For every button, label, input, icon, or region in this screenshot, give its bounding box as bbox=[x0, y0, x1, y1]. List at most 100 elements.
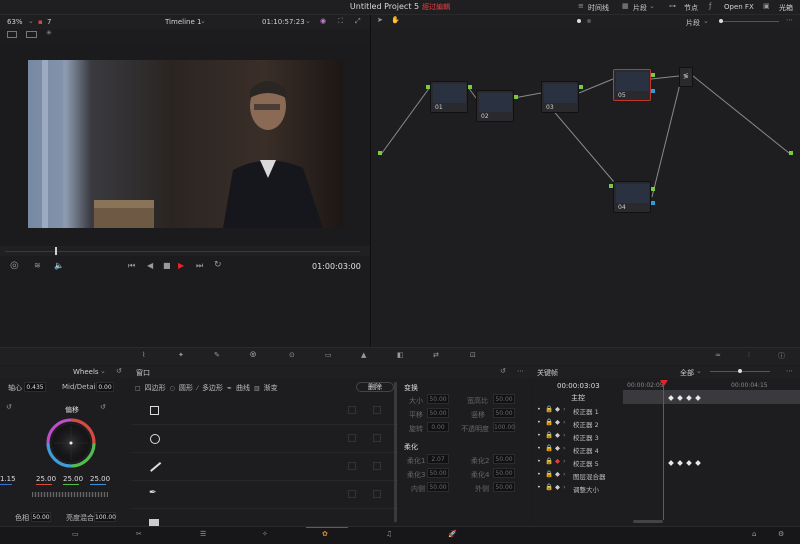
color-icon[interactable]: ◉ bbox=[320, 17, 326, 25]
node-01[interactable]: 01 bbox=[430, 81, 468, 113]
layer-mixer-node[interactable]: ≶ bbox=[679, 67, 693, 87]
reset-icon[interactable]: ↺ bbox=[100, 403, 106, 411]
color-page-icon[interactable]: ✿ bbox=[322, 530, 328, 538]
opacity-value[interactable]: 100.00 bbox=[493, 422, 515, 432]
go-first-icon[interactable]: ⏮ bbox=[128, 261, 135, 271]
loop-icon[interactable]: ↻ bbox=[214, 260, 222, 270]
window-toggle[interactable] bbox=[373, 406, 381, 414]
node-output-pin[interactable] bbox=[514, 95, 518, 99]
keyframe-diamond-icon[interactable]: ◆ bbox=[555, 470, 560, 478]
node-key-pin[interactable] bbox=[651, 201, 655, 205]
size-value[interactable]: 50.00 bbox=[427, 394, 449, 404]
tab-nodes[interactable]: 节点 bbox=[684, 3, 698, 13]
keyframe-row[interactable]: • 🔒 ◆ › 校正器 3 bbox=[533, 431, 800, 444]
node-05[interactable]: 05 bbox=[613, 69, 651, 101]
curves-icon[interactable]: ⌇ bbox=[142, 351, 145, 359]
play-icon[interactable]: ▶ bbox=[178, 261, 184, 270]
node-key-pin[interactable] bbox=[651, 89, 655, 93]
outside-value[interactable]: 50.00 bbox=[493, 482, 515, 492]
tool-circle[interactable]: 圆形 bbox=[179, 383, 193, 393]
chevron-down-icon[interactable]: ⌄ bbox=[703, 17, 709, 25]
node-input-pin[interactable] bbox=[609, 184, 613, 188]
window-row-circle[interactable] bbox=[131, 425, 398, 453]
keyframe-diamond-icon[interactable]: ◆ bbox=[555, 483, 560, 491]
chevron-down-icon[interactable]: ⌄ bbox=[696, 367, 702, 375]
soft4-value[interactable]: 50.00 bbox=[493, 468, 515, 478]
node-output-pin[interactable] bbox=[468, 85, 472, 89]
more-icon[interactable]: ⋯ bbox=[786, 367, 793, 375]
timeline-name[interactable]: Timeline 1 bbox=[165, 18, 201, 26]
window-row-gradient[interactable] bbox=[131, 509, 398, 526]
master-track[interactable] bbox=[623, 391, 800, 404]
lock-icon[interactable]: 🔒 bbox=[545, 444, 553, 452]
node-output-pin[interactable] bbox=[579, 85, 583, 89]
window-scrollbar[interactable] bbox=[394, 382, 397, 522]
info-icon[interactable]: ⓘ bbox=[778, 351, 785, 361]
chevron-down-icon[interactable]: ⌄ bbox=[305, 17, 311, 25]
invert-toggle[interactable] bbox=[348, 462, 356, 470]
tilt-value[interactable]: 50.00 bbox=[493, 408, 515, 418]
image-wipe-icon[interactable] bbox=[7, 31, 17, 38]
3d-icon[interactable]: ⊡ bbox=[470, 351, 476, 359]
offset-color-wheel[interactable] bbox=[46, 418, 96, 468]
lum-mix-value[interactable]: 100.00 bbox=[94, 512, 116, 522]
blur-icon[interactable]: ▲ bbox=[361, 351, 366, 359]
master-wheel[interactable] bbox=[32, 492, 108, 497]
keyframe-row[interactable]: • 🔒 ◆ › 校正器 1 bbox=[533, 405, 800, 418]
chevron-right-icon[interactable]: › bbox=[563, 405, 566, 413]
node-02[interactable]: 02 bbox=[476, 90, 514, 122]
soft2-value[interactable]: 50.00 bbox=[493, 454, 515, 464]
color-warper-icon[interactable]: ✦ bbox=[178, 351, 184, 359]
more-icon[interactable]: ⋯ bbox=[517, 367, 524, 375]
waveform-icon[interactable]: ⫶ bbox=[748, 351, 750, 360]
cut-page-icon[interactable]: ✂ bbox=[136, 530, 142, 538]
fairlight-page-icon[interactable]: ♫ bbox=[386, 530, 392, 538]
keyframe-diamond-icon[interactable]: ◆ bbox=[555, 457, 560, 465]
playhead-marker-icon[interactable] bbox=[660, 380, 668, 386]
keyframe-row[interactable]: • 🔒 ◆ › 校正器 4 bbox=[533, 444, 800, 457]
mode-value[interactable]: 0.00 bbox=[96, 382, 114, 392]
target-icon[interactable]: ◎ bbox=[10, 260, 19, 271]
magic-mask-icon[interactable]: ▭ bbox=[325, 351, 332, 359]
chevron-right-icon[interactable]: › bbox=[563, 444, 566, 452]
tracker-icon[interactable]: ⊙ bbox=[289, 351, 295, 359]
window-toggle[interactable] bbox=[373, 462, 381, 470]
inside-value[interactable]: 50.00 bbox=[427, 482, 449, 492]
keyframe-scrollbar[interactable] bbox=[633, 520, 663, 523]
keyframe-row[interactable]: • 🔒 ◆ › 图层混合器 bbox=[533, 470, 800, 483]
tab-openfx[interactable]: Open FX bbox=[724, 3, 754, 11]
expand-icon[interactable]: ⤢ bbox=[355, 17, 361, 26]
tool-polygon[interactable]: 多边形 bbox=[202, 383, 223, 393]
scopes-icon[interactable]: ≈ bbox=[715, 351, 721, 359]
sizing-icon[interactable]: ⇄ bbox=[433, 351, 439, 359]
node-mode[interactable]: 片段 bbox=[686, 18, 700, 28]
scrub-bar[interactable] bbox=[0, 246, 370, 256]
fullscreen-icon[interactable]: ⛶ bbox=[338, 17, 343, 26]
tool-quad[interactable]: 四边形 bbox=[145, 383, 166, 393]
hand-icon[interactable]: ✋ bbox=[391, 16, 400, 24]
window-row-square[interactable] bbox=[131, 397, 398, 425]
media-page-icon[interactable]: ▭ bbox=[72, 530, 79, 538]
delete-button[interactable]: 删除 bbox=[356, 382, 394, 392]
qualifier-icon[interactable]: ✎ bbox=[214, 351, 220, 359]
edit-page-icon[interactable]: ☰ bbox=[200, 530, 206, 538]
keyframe-diamond-icon[interactable]: ◆ bbox=[555, 431, 560, 439]
stop-icon[interactable]: ■ bbox=[163, 261, 171, 270]
keyframe-row[interactable]: • 🔒 ◆ › 调整大小 bbox=[533, 483, 800, 496]
home-icon[interactable]: ⌂ bbox=[752, 530, 756, 538]
tool-gradient[interactable]: 渐变 bbox=[264, 383, 278, 393]
go-last-icon[interactable]: ⏭ bbox=[196, 261, 203, 271]
window-row-linear[interactable] bbox=[131, 453, 398, 481]
invert-toggle[interactable] bbox=[348, 406, 356, 414]
soft1-value[interactable]: 2.07 bbox=[427, 454, 449, 464]
chevron-down-icon[interactable]: ⌄ bbox=[100, 367, 106, 375]
lock-icon[interactable]: 🔒 bbox=[545, 418, 553, 426]
reset-icon[interactable]: ↺ bbox=[6, 403, 12, 411]
keyframe-playhead[interactable] bbox=[663, 384, 664, 520]
keyframe-diamond-icon[interactable]: ◆ bbox=[555, 444, 560, 452]
input-pin[interactable] bbox=[378, 151, 382, 155]
window-row-pen[interactable]: ✒ bbox=[131, 481, 398, 509]
chevron-right-icon[interactable]: › bbox=[563, 431, 566, 439]
lock-icon[interactable]: 🔒 bbox=[545, 405, 553, 413]
red-value[interactable]: 25.00 bbox=[36, 475, 56, 483]
